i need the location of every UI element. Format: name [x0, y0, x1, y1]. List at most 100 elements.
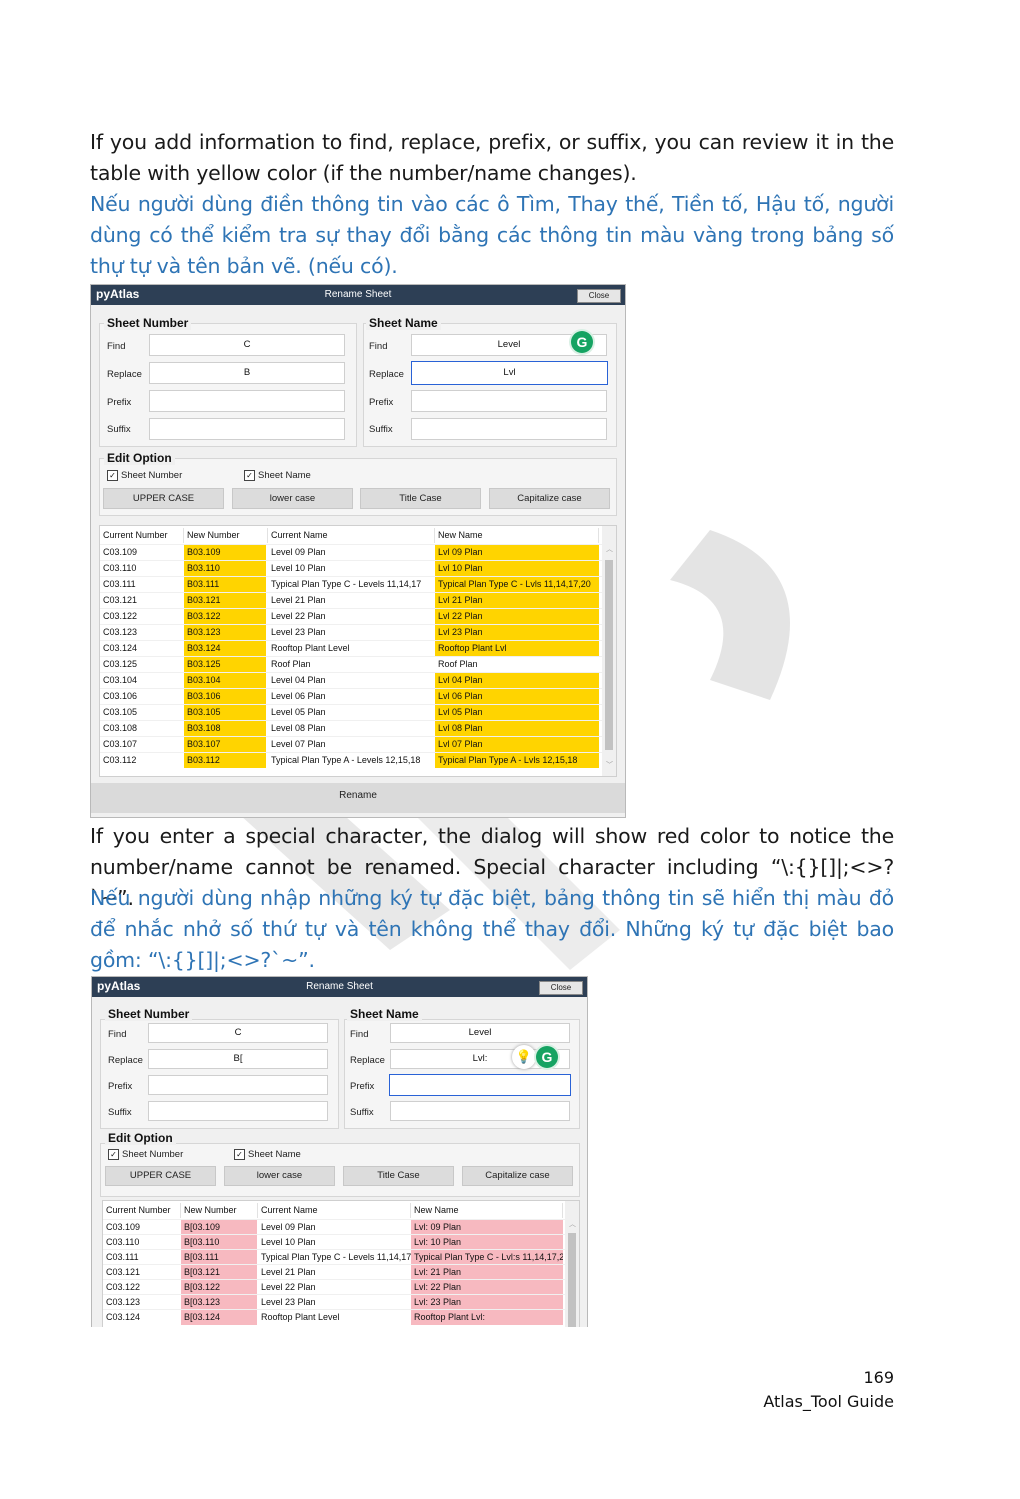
- col-new-name[interactable]: New Name: [435, 528, 599, 543]
- nm-prefix-input[interactable]: [411, 390, 607, 412]
- table-row[interactable]: C03.121 B03.121 Level 21 Plan Lvl 21 Plan: [100, 592, 616, 609]
- cell-new-number: B[03.124: [181, 1310, 257, 1325]
- table-row[interactable]: C03.123 B03.123 Level 23 Plan Lvl 23 Plan: [100, 624, 616, 641]
- nm-find-label: Find: [350, 1029, 369, 1040]
- sheet-number-check-label: Sheet Number: [121, 470, 183, 481]
- sn-suffix-label: Suffix: [108, 1107, 132, 1118]
- capitalize-case-button[interactable]: Capitalize case: [462, 1166, 573, 1186]
- cell-current-number: C03.125: [103, 659, 138, 669]
- cell-new-name: Lvl 09 Plan: [435, 545, 599, 560]
- table-row[interactable]: C03.104 B03.104 Level 04 Plan Lvl 04 Plan: [100, 672, 616, 689]
- nm-find-input[interactable]: Level: [390, 1023, 570, 1043]
- scrollbar-thumb[interactable]: [568, 1233, 576, 1327]
- sn-prefix-input[interactable]: [148, 1075, 328, 1095]
- sheet-name-checkbox[interactable]: ✓ Sheet Name: [234, 1149, 301, 1160]
- nm-prefix-input[interactable]: [389, 1074, 571, 1096]
- cell-new-name: Rooftop Plant Lvl: [435, 641, 599, 656]
- cell-new-name: Rooftop Plant Lvl:: [411, 1310, 563, 1325]
- sheet-name-title: Sheet Name: [366, 316, 441, 330]
- cell-current-number: C03.110: [103, 563, 137, 573]
- sn-replace-input[interactable]: B[: [148, 1049, 328, 1069]
- table-row[interactable]: C03.111 B03.111 Typical Plan Type C - Leve…: [100, 576, 616, 593]
- col-current-number[interactable]: Current Number: [100, 528, 184, 543]
- cell-current-name: Level 10 Plan: [271, 563, 326, 573]
- sn-suffix-input[interactable]: [149, 418, 345, 440]
- sn-replace-input[interactable]: B: [149, 362, 345, 384]
- rename-sheet-dialog-2: pyAtlas Rename Sheet Close Sheet Number …: [91, 976, 588, 1327]
- col-new-number[interactable]: New Number: [184, 528, 268, 543]
- table-row[interactable]: C03.107 B03.107 Level 07 Plan Lvl 07 Plan: [100, 736, 616, 753]
- sn-replace-label: Replace: [108, 1055, 143, 1066]
- col-current-number[interactable]: Current Number: [103, 1203, 181, 1218]
- edit-option-title: Edit Option: [105, 1131, 176, 1145]
- grammarly-icon[interactable]: G: [571, 331, 593, 353]
- lightbulb-icon[interactable]: 💡: [512, 1045, 536, 1069]
- table-row[interactable]: C03.106 B03.106 Level 06 Plan Lvl 06 Plan: [100, 688, 616, 705]
- lower-case-button[interactable]: lower case: [232, 488, 353, 509]
- cell-new-name: Lvl: 09 Plan: [411, 1220, 563, 1235]
- dialog-title: Rename Sheet: [306, 981, 373, 992]
- table-row[interactable]: C03.112 B03.112 Typical Plan Type A - Leve…: [100, 752, 616, 769]
- cell-current-number: C03.111: [103, 579, 136, 589]
- cell-new-name: Lvl 05 Plan: [435, 705, 599, 720]
- cell-current-name: Level 09 Plan: [261, 1222, 316, 1232]
- cell-new-name: Typical Plan Type A - Lvls 12,15,18: [435, 753, 599, 768]
- sn-suffix-input[interactable]: [148, 1101, 328, 1121]
- title-case-button[interactable]: Title Case: [360, 488, 481, 509]
- close-button[interactable]: Close: [539, 981, 583, 995]
- table-row[interactable]: C03.108 B03.108 Level 08 Plan Lvl 08 Plan: [100, 720, 616, 737]
- col-new-number[interactable]: New Number: [181, 1203, 258, 1218]
- scroll-down-icon[interactable]: ﹀: [606, 760, 613, 770]
- capitalize-case-button[interactable]: Capitalize case: [489, 488, 610, 509]
- cell-current-name: Roof Plan: [271, 659, 311, 669]
- table-row[interactable]: C03.124 B03.124 Rooftop Plant Level Rooftop…: [100, 640, 616, 657]
- paragraph-yellow-vi: Nếu người dùng điền thông tin vào các ô …: [90, 192, 894, 278]
- col-current-name[interactable]: Current Name: [268, 528, 435, 543]
- scrollbar-thumb[interactable]: [605, 560, 613, 750]
- col-new-name[interactable]: New Name: [411, 1203, 563, 1218]
- col-current-name[interactable]: Current Name: [258, 1203, 411, 1218]
- upper-case-button[interactable]: UPPER CASE: [105, 1166, 216, 1186]
- cell-current-name: Typical Plan Type C - Levels 11,14,17: [261, 1252, 411, 1262]
- cell-new-name: Lvl 21 Plan: [435, 593, 599, 608]
- upper-case-button[interactable]: UPPER CASE: [103, 488, 224, 509]
- close-button[interactable]: Close: [577, 289, 621, 303]
- check-icon: ✓: [107, 470, 118, 481]
- table-row[interactable]: C03.110 B03.110 Level 10 Plan Lvl 10 Plan: [100, 560, 616, 577]
- sheet-number-checkbox[interactable]: ✓ Sheet Number: [108, 1149, 183, 1160]
- sn-prefix-input[interactable]: [149, 390, 345, 412]
- table-row[interactable]: C03.105 B03.105 Level 05 Plan Lvl 05 Plan: [100, 704, 616, 721]
- title-case-button[interactable]: Title Case: [343, 1166, 454, 1186]
- sn-find-input[interactable]: C: [149, 334, 345, 356]
- nm-find-label: Find: [369, 341, 388, 352]
- cell-current-name: Level 09 Plan: [271, 547, 326, 557]
- cell-current-name: Level 08 Plan: [271, 723, 326, 733]
- cell-new-number: B03.123: [184, 625, 266, 640]
- sheet-name-checkbox[interactable]: ✓ Sheet Name: [244, 470, 311, 481]
- sheet-table[interactable]: Current Number New Number Current Name N…: [102, 1200, 580, 1327]
- scroll-up-icon[interactable]: ︿: [606, 544, 613, 554]
- cell-new-name: Lvl 07 Plan: [435, 737, 599, 752]
- cell-new-number: B03.124: [184, 641, 266, 656]
- cell-current-name: Level 04 Plan: [271, 675, 326, 685]
- nm-suffix-input[interactable]: [390, 1101, 570, 1121]
- table-row[interactable]: C03.125 B03.125 Roof Plan Roof Plan: [100, 656, 616, 673]
- cell-new-number: B03.125: [184, 657, 266, 672]
- cell-current-number: C03.121: [106, 1267, 141, 1277]
- lower-case-button[interactable]: lower case: [224, 1166, 335, 1186]
- table-row[interactable]: C03.109 B03.109 Level 09 Plan Lvl 09 Plan: [100, 544, 616, 561]
- cell-new-name: Typical Plan Type C - Lvls 11,14,17,20: [435, 577, 599, 592]
- nm-replace-input[interactable]: Lvl: [411, 361, 608, 385]
- table-row[interactable]: C03.124 B[03.124 Rooftop Plant Level Roofto…: [103, 1309, 579, 1326]
- sheet-name-title: Sheet Name: [347, 1007, 422, 1021]
- sn-find-input[interactable]: C: [148, 1023, 328, 1043]
- scroll-up-icon[interactable]: ︿: [569, 1219, 576, 1229]
- table-row[interactable]: C03.122 B03.122 Level 22 Plan Lvl 22 Plan: [100, 608, 616, 625]
- cell-new-number: B03.107: [184, 737, 266, 752]
- rename-button[interactable]: Rename: [91, 783, 625, 813]
- sheet-table[interactable]: Current Number New Number Current Name N…: [99, 525, 617, 777]
- nm-suffix-input[interactable]: [411, 418, 607, 440]
- grammarly-icon[interactable]: G: [536, 1046, 558, 1068]
- cell-current-number: C03.112: [103, 755, 137, 765]
- sheet-number-checkbox[interactable]: ✓ Sheet Number: [107, 470, 182, 481]
